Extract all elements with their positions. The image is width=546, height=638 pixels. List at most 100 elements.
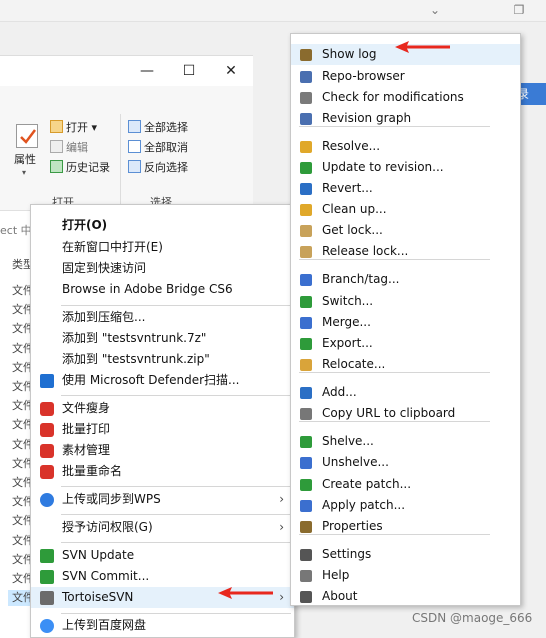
context-menu-item[interactable]: 批量打印 <box>31 419 294 440</box>
context-menu-item[interactable]: 添加到 "testsvntrunk.7z" <box>31 328 294 349</box>
outer-window-titlebar: ⌄ ❐ <box>0 0 546 22</box>
context-menu-item-label: 批量打印 <box>62 422 111 436</box>
create-patch-icon <box>300 479 312 491</box>
svn-menu-item[interactable]: Merge... <box>291 312 520 333</box>
menu-separator <box>61 395 291 396</box>
edit-button[interactable]: 编辑 <box>50 138 88 158</box>
svn-menu-item[interactable]: Unshelve... <box>291 452 520 473</box>
select-all-icon <box>128 120 141 133</box>
svn-menu-item[interactable]: Apply patch... <box>291 495 520 516</box>
menu-separator <box>61 613 291 614</box>
menu-separator <box>61 305 291 306</box>
annotation-arrow-show-log <box>395 41 450 53</box>
context-menu-item[interactable]: 打开(O) <box>31 215 294 236</box>
repo-browser-icon <box>300 71 312 83</box>
svn-menu-item-label: Properties <box>322 519 383 533</box>
context-menu-item[interactable]: 添加到压缩包... <box>31 307 294 328</box>
svn-menu-item-label: Revert... <box>322 181 373 195</box>
svn-menu-item[interactable]: Revision graph <box>291 108 520 129</box>
svn-menu-item-label: Relocate... <box>322 357 386 371</box>
add-icon <box>300 387 312 399</box>
menu-separator <box>61 486 291 487</box>
select-none-button[interactable]: 全部取消 <box>128 138 188 158</box>
history-button[interactable]: 历史记录 <box>50 158 110 178</box>
svn-menu-item[interactable]: Export... <box>291 333 520 354</box>
context-menu-item[interactable]: 上传或同步到WPS › <box>31 489 294 510</box>
svn-menu-item[interactable]: Resolve... <box>291 136 520 157</box>
context-menu-item-label: 上传或同步到WPS <box>62 492 161 506</box>
close-button[interactable]: ✕ <box>222 62 240 80</box>
switch-icon <box>300 296 312 308</box>
wps-icon <box>40 465 54 479</box>
copy-url-icon <box>300 408 312 420</box>
svn-menu-item[interactable]: Get lock... <box>291 220 520 241</box>
context-menu-item[interactable]: SVN Update <box>31 545 294 566</box>
context-menu-item-label: 文件瘦身 <box>62 401 111 415</box>
svn-menu-item[interactable]: Relocate... <box>291 354 520 375</box>
ribbon-divider <box>120 114 121 204</box>
select-all-button[interactable]: 全部选择 <box>128 118 188 138</box>
context-menu-item[interactable]: 授予访问权限(G) › <box>31 517 294 538</box>
context-menu-item-label: 授予访问权限(G) <box>62 520 153 534</box>
context-menu-item[interactable]: 使用 Microsoft Defender扫描... <box>31 370 294 391</box>
context-menu-item-label: 打开(O) <box>62 218 108 232</box>
svn-menu-item[interactable]: Check for modifications <box>291 87 520 108</box>
svn-menu-item-label: Merge... <box>322 315 371 329</box>
chevron-down-icon[interactable]: ▾ <box>22 168 26 177</box>
svn-menu-item[interactable]: Update to revision... <box>291 157 520 178</box>
context-menu-item[interactable]: 批量重命名 <box>31 461 294 482</box>
svn-menu-item[interactable]: Repo-browser <box>291 66 520 87</box>
context-menu-item[interactable]: 添加到 "testsvntrunk.zip" <box>31 349 294 370</box>
context-menu-item-label: 批量重命名 <box>62 464 123 478</box>
svn-menu-item[interactable]: Settings <box>291 544 520 565</box>
context-menu-item[interactable]: 固定到快速访问 <box>31 258 294 279</box>
log-icon <box>300 49 312 61</box>
check-modifications-icon <box>300 92 312 104</box>
context-menu-item[interactable]: 上传到百度网盘 <box>31 615 294 636</box>
svn-menu-item[interactable]: Revert... <box>291 178 520 199</box>
svn-update-icon <box>40 549 54 563</box>
svn-menu-item[interactable]: Create patch... <box>291 474 520 495</box>
invert-selection-button[interactable]: 反向选择 <box>128 158 188 178</box>
update-revision-icon <box>300 162 312 174</box>
properties-icon[interactable] <box>16 124 38 148</box>
relocate-icon <box>300 359 312 371</box>
context-menu-item[interactable]: 文件瘦身 <box>31 398 294 419</box>
svn-menu-item[interactable]: Help <box>291 565 520 586</box>
svn-menu-item[interactable]: Copy URL to clipboard <box>291 403 520 424</box>
context-menu-item-label: TortoiseSVN <box>62 590 134 604</box>
branch-icon <box>300 274 312 286</box>
restore-icon[interactable]: ❐ <box>510 2 528 18</box>
svn-menu-item[interactable]: Clean up... <box>291 199 520 220</box>
svn-menu-item-label: Get lock... <box>322 223 383 237</box>
minimize-button[interactable]: — <box>138 62 156 80</box>
tortoisesvn-submenu: Show log Repo-browser Check for modificati… <box>290 33 521 606</box>
svn-menu-item[interactable]: Branch/tag... <box>291 269 520 290</box>
about-icon <box>300 591 312 603</box>
svn-menu-item[interactable]: Add... <box>291 382 520 403</box>
context-menu-item[interactable]: SVN Commit... <box>31 566 294 587</box>
svn-menu-item-label: Copy URL to clipboard <box>322 406 456 420</box>
resolve-icon <box>300 141 312 153</box>
svn-menu-item[interactable]: About <box>291 586 520 607</box>
svn-menu-item[interactable]: Switch... <box>291 291 520 312</box>
context-menu-item-label: 添加到压缩包... <box>62 310 146 324</box>
chevron-down-icon[interactable]: ⌄ <box>426 2 444 18</box>
context-menu-item[interactable]: Browse in Adobe Bridge CS6 <box>31 279 294 300</box>
submenu-arrow-icon: › <box>279 590 284 604</box>
context-menu-item[interactable]: 素材管理 <box>31 440 294 461</box>
explorer-titlebar: — ☐ ✕ <box>0 56 253 86</box>
search-box[interactable]: ect 中 <box>0 222 32 238</box>
maximize-button[interactable]: ☐ <box>180 62 198 80</box>
svn-menu-item[interactable]: Shelve... <box>291 431 520 452</box>
annotation-arrow-tortoisesvn <box>218 587 273 599</box>
svn-commit-icon <box>40 570 54 584</box>
svn-menu-item[interactable]: Properties <box>291 516 520 537</box>
wps-icon <box>40 444 54 458</box>
svn-menu-item[interactable]: Release lock... <box>291 241 520 262</box>
context-menu-item[interactable]: 在新窗口中打开(E) <box>31 237 294 258</box>
open-button[interactable]: 打开 ▾ <box>50 118 97 138</box>
properties-label[interactable]: 属性 <box>14 150 36 170</box>
context-menu-item-label: 素材管理 <box>62 443 111 457</box>
submenu-arrow-icon: › <box>279 492 284 506</box>
